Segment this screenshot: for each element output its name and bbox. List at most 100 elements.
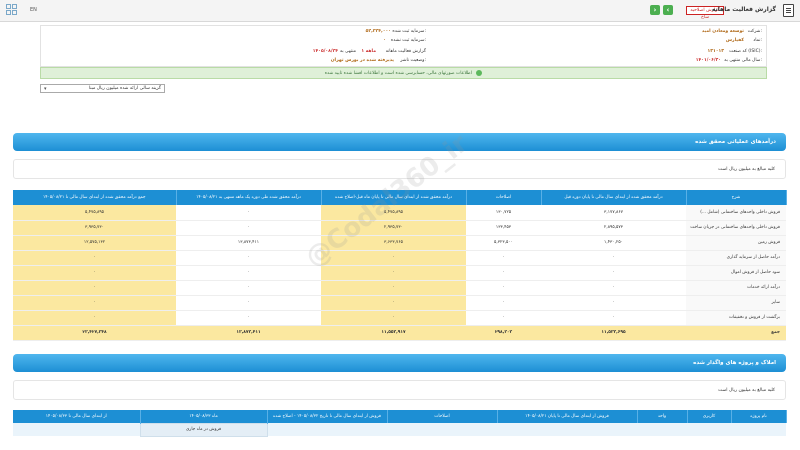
cell: ۱۱,۵۳۳,۶۹۵ xyxy=(541,324,686,341)
fiscal-year-value: ۱۴۰۱/۰۶/۳۰ xyxy=(695,58,721,63)
cell: ۳,۹۳۵,۷۳۰ xyxy=(13,220,176,236)
cell: ۱,۴۳۰,۲۵۰ xyxy=(541,235,686,251)
ending-date-value: ۱۴۰۵/۰۸/۲۴ xyxy=(312,49,338,54)
cell: ۰ xyxy=(176,280,321,296)
cell: ۱۱,۵۵۳,۹۱۷ xyxy=(321,324,466,341)
check-circle-icon xyxy=(476,69,483,76)
cell xyxy=(497,423,637,436)
cell xyxy=(387,423,497,436)
cell: ۱۳۰,۷۲۵ xyxy=(466,205,541,221)
isic-label: کد صنعت (ISIC): xyxy=(729,49,762,54)
header-total-cumulative: جمع درآمد محقق شده از ابتدای سال مالی تا… xyxy=(13,190,177,205)
cell: ۰ xyxy=(541,250,686,266)
document-icon xyxy=(783,4,794,17)
total-row: ۲۳,۴۲۷,۳۴۸ ۱۳,۸۷۳,۴۱۱ ۱۱,۵۵۳,۹۱۷ ۲۹۸,۳۰۳… xyxy=(13,324,786,341)
projects-table-header: از ابتدای سال مالی تا ۱۴۰۵/۰۸/۳۳ ماه ۱۴۰… xyxy=(13,410,787,423)
row-description: برگشت از فروش و تخفیفات xyxy=(686,310,786,326)
table-row: فروش در ماه جاری xyxy=(13,422,786,437)
cell: ۰ xyxy=(321,280,466,296)
header-monthly-revenue: درآمد محقق شده طی دوره یک ماهه منتهی به … xyxy=(176,190,322,205)
cell: ۲۳,۴۲۷,۳۴۸ xyxy=(13,324,176,341)
row-description: درآمد حاصل از سرمایه گذاری xyxy=(686,250,786,266)
language-label[interactable]: EN xyxy=(30,7,37,13)
cell: ۰ xyxy=(321,295,466,311)
cell: ۵,۴۷۵,۸۹۵ xyxy=(13,205,176,221)
unregistered-capital-value: ۰ xyxy=(383,38,386,43)
header-unit: واحد xyxy=(637,410,688,423)
cell: ۲۹۸,۳۰۳ xyxy=(466,324,541,341)
cell xyxy=(267,423,387,436)
message-text: اطلاعات صورتهای مالی، حسابرسی شده است و … xyxy=(324,71,472,76)
table-row: ۰ ۰ ۰ ۰ ۰ سود حاصل از فروش اموال xyxy=(13,265,786,281)
cell: ۰ xyxy=(466,280,541,296)
row-description: فروش داخلی واحدهای ساختمانی در جریان ساخ… xyxy=(686,220,786,236)
previous-page-button[interactable]: › xyxy=(650,5,660,15)
codal-logo-icon xyxy=(6,4,18,16)
header-sales-to-date: فروش از ابتدای سال مالی تا پایان ۱۴۰۵/۰۸… xyxy=(497,410,638,423)
registered-capital-value: ۵۲,۲۲۴,۰۰۰ xyxy=(365,29,391,34)
cell: ۰ xyxy=(176,295,321,311)
table-row: ۰ ۰ ۰ ۰ ۰ درآمد حاصل از سرمایه گذاری xyxy=(13,250,786,266)
cell: ۰ xyxy=(176,220,321,236)
projects-section-header[interactable]: املاک و پروژه های واگذار شده xyxy=(13,354,786,372)
header-usage: کاربری xyxy=(687,410,732,423)
cell: ۰ xyxy=(466,310,541,326)
cell: ۰ xyxy=(13,265,176,281)
issuer-status-label: وضعیت ناشر: xyxy=(400,58,426,63)
table-row: ۳,۹۳۵,۷۳۰ ۰ ۲,۹۳۵,۷۳۰ ۱۳۳,۴۵۳ ۲,۸۹۵,۵۷۳ … xyxy=(13,220,786,236)
row-description: سایر xyxy=(686,295,786,311)
unregistered-capital-label: سرمایه ثبت نشده: xyxy=(390,38,426,43)
cell: ۱۳۳,۴۵۳ xyxy=(466,220,541,236)
header-revised-sales: فروش از ابتدای سال مالی تا تاریخ ۱۴۰۵/۰۸… xyxy=(267,410,388,423)
header-month: ماه ۱۴۰۵/۰۸/۳۳ xyxy=(140,410,268,423)
row-description: فروش داخلی واحدهای ساختمانی (شامل ...) xyxy=(686,205,786,221)
cell: ۰ xyxy=(321,265,466,281)
isic-value: ۱۳۱۰۱۳ xyxy=(707,49,724,54)
header-amendments: اصلاحات xyxy=(466,190,542,205)
cell: ۱۳,۸۷۳,۴۱۱ xyxy=(176,235,321,251)
cell: ۰ xyxy=(541,295,686,311)
cell xyxy=(687,423,731,436)
cell: ۰ xyxy=(13,250,176,266)
projects-table: از ابتدای سال مالی تا ۱۴۰۵/۰۸/۳۳ ماه ۱۴۰… xyxy=(13,410,787,437)
cell: ۱۳,۸۷۳,۴۱۱ xyxy=(176,324,321,341)
issuer-status-value: پذیرفته شده در بورس تهران xyxy=(330,58,394,63)
row-description: سود حاصل از فروش اموال xyxy=(686,265,786,281)
top-toolbar: › ‹ گزارش اصلاحیه ساخ گزارش فعالیت ماهان… xyxy=(0,0,800,22)
cell: ۱۲,۵۷۵,۱۳۲ xyxy=(13,235,176,251)
fiscal-year-label: سال مالی منتهی به: xyxy=(724,58,762,63)
report-title: گزارش فعالیت ماهانه xyxy=(711,6,776,13)
period-value: ۱ ماهه xyxy=(361,49,376,54)
cell: ۲,۸۹۵,۵۷۳ xyxy=(541,220,686,236)
report-type-label: گزارش فعالیت ماهانه xyxy=(385,49,426,54)
registered-capital-label: سرمایه ثبت شده: xyxy=(392,29,426,34)
table-row: ۱۲,۵۷۵,۱۳۲ ۱۳,۸۷۳,۴۱۱ ۳,۶۳۳,۷۶۵ ۵,۳۲۳,۵۰… xyxy=(13,235,786,251)
cell: ۰ xyxy=(541,310,686,326)
cell xyxy=(731,423,786,436)
amounts-note: کلیه مبالغ به میلیون ریال است xyxy=(13,380,786,400)
table-row: ۰ ۰ ۰ ۰ ۰ درآمد ارائه خدمات xyxy=(13,280,786,296)
operating-revenue-section-header[interactable]: درآمدهای عملیاتی محقق شده xyxy=(13,133,786,151)
cell: ۰ xyxy=(541,280,686,296)
total-label: جمع xyxy=(686,324,786,341)
cell: ۰ xyxy=(176,265,321,281)
cell: ۰ xyxy=(321,310,466,326)
header-ytd: از ابتدای سال مالی تا ۱۴۰۵/۰۸/۳۳ xyxy=(13,410,141,423)
cell: ۰ xyxy=(466,295,541,311)
current-month-sales-subheader: فروش در ماه جاری xyxy=(139,422,268,437)
company-value: توسعه ومعادن امید xyxy=(701,29,744,34)
header-amendments: اصلاحات xyxy=(387,410,498,423)
cell: ۰ xyxy=(13,295,176,311)
cell xyxy=(13,423,140,436)
cell: ۵,۳۲۳,۵۰۰ xyxy=(466,235,541,251)
header-prior-period: درآمد محقق شده از ابتدای سال مالی تا پای… xyxy=(541,190,687,205)
cell: ۰ xyxy=(176,205,321,221)
company-label: شرکت: xyxy=(747,29,762,34)
header-project-name: نام پروژه xyxy=(731,410,787,423)
table-row: ۰ ۰ ۰ ۰ ۰ برگشت از فروش و تخفیفات xyxy=(13,310,786,326)
next-page-button[interactable]: ‹ xyxy=(663,5,673,15)
report-option-select[interactable]: گزینه سالی ارائه شده میلیون ریال مبنا xyxy=(40,84,165,93)
cell: ۳,۱۷۷,۸۶۷ xyxy=(541,205,686,221)
table-row: ۰ ۰ ۰ ۰ ۰ سایر xyxy=(13,295,786,311)
cell xyxy=(637,423,687,436)
